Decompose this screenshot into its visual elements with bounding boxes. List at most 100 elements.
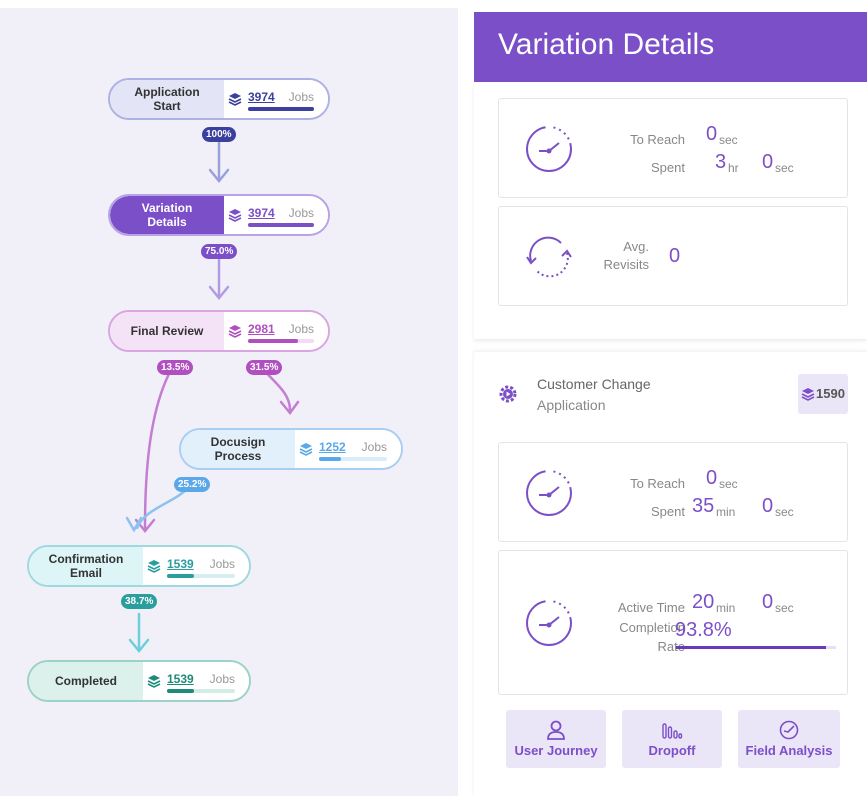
node-label: Final Review [110,312,224,350]
node-stats: 1539 Jobs [143,547,249,585]
timer-icon [526,470,572,516]
completion-card: Active Time 20 min 0 sec Completion Rate… [498,550,848,695]
node-count[interactable]: 3974 [248,90,275,104]
node-jobs-label: Jobs [288,90,314,104]
action-count: 1590 [816,386,845,401]
play-gear-icon [499,385,517,403]
to-reach-unit: sec [719,477,738,491]
node-progress-bar [167,574,235,578]
timer-icon [526,600,572,646]
node-label: Variation Details [110,196,224,234]
user-icon [547,720,565,740]
field-analysis-button[interactable]: Field Analysis [738,710,840,768]
layers-icon [801,388,815,401]
flow-node-application-start[interactable]: Application Start 3974 Jobs [108,78,330,120]
node-progress-bar [167,689,235,693]
completion-rate-value: 93.8% [675,619,732,641]
active-time-seconds: 0 [762,591,774,613]
spent-value-seconds: 0 [762,495,774,517]
transition-percent: 25.2% [174,477,211,492]
dropoff-button[interactable]: Dropoff [622,710,722,768]
revisit-icon [526,236,572,278]
journey-flow-panel: Application Start 3974 Jobs Variation Deta… [0,8,458,796]
to-reach-unit: sec [719,133,738,147]
action-count-badge[interactable]: 1590 [798,374,848,414]
page-title: Variation Details [498,28,715,61]
node-jobs-label: Jobs [288,206,314,220]
node-stats: 3974 Jobs [224,196,328,234]
node-progress-bar [248,339,314,343]
spent-value-hours: 3 [715,151,727,173]
node-progress-bar [319,457,387,461]
node-label: Confirmation Email [29,547,143,585]
active-time-minutes: 20 [692,591,715,613]
layers-icon [299,443,313,456]
node-progress-bar [248,107,314,111]
action-title-line1: Customer Change [537,376,651,392]
action-timing-card: To Reach 0 sec Spent 35 min 0 sec [498,442,848,542]
node-jobs-label: Jobs [288,322,314,336]
to-reach-label: To Reach [630,476,685,491]
node-stats: 1252 Jobs [295,430,401,468]
completion-rate-bar [676,646,836,649]
node-label: Completed [29,662,143,700]
timer-icon [526,126,572,172]
active-time-label: Active Time [617,600,685,615]
step-summary-section: To Reach 0 sec Spent 3 hr 0 sec Avg. Rev… [474,82,867,339]
spent-unit-seconds: sec [775,505,794,519]
node-count[interactable]: 1539 [167,672,194,686]
completion-rate-fill [676,646,827,649]
layers-icon [147,675,161,688]
node-label: Application Start [110,80,224,118]
transition-percent: 75.0% [201,244,238,259]
node-jobs-label: Jobs [209,672,235,686]
layers-icon [228,325,242,338]
layers-icon [228,209,242,222]
node-progress-bar [248,223,314,227]
timing-card: To Reach 0 sec Spent 3 hr 0 sec [498,98,848,198]
spent-label: Spent [651,160,685,175]
transition-percent: 38.7% [121,594,158,609]
spent-unit-minutes: min [716,505,736,519]
action-section: Customer Change Application 1590 To Reac… [474,352,867,796]
node-stats: 1539 Jobs [143,662,249,700]
user-journey-label: User Journey [514,743,598,758]
flow-node-confirmation-email[interactable]: Confirmation Email 1539 Jobs [27,545,251,587]
check-clock-icon [779,720,799,740]
spent-label: Spent [651,504,685,519]
node-stats: 2981 Jobs [224,312,328,350]
flow-node-variation-details[interactable]: Variation Details 3974 Jobs [108,194,330,236]
layers-icon [228,93,242,106]
avg-revisits-label-2: Revisits [603,257,649,272]
to-reach-value: 0 [706,467,718,489]
flow-node-final-review[interactable]: Final Review 2981 Jobs [108,310,330,352]
user-journey-button[interactable]: User Journey [506,710,606,768]
to-reach-value: 0 [706,123,718,145]
node-count[interactable]: 2981 [248,322,275,336]
spent-unit-seconds: sec [775,161,794,175]
to-reach-label: To Reach [630,132,685,147]
node-count[interactable]: 3974 [248,206,275,220]
flow-node-completed[interactable]: Completed 1539 Jobs [27,660,251,702]
flow-node-docusign-process[interactable]: Docusign Process 1252 Jobs [179,428,403,470]
bars-icon [662,723,683,739]
node-count[interactable]: 1539 [167,557,194,571]
dropoff-label: Dropoff [648,743,696,758]
spent-unit-hours: hr [728,161,739,175]
avg-revisits-label-1: Avg. [623,239,649,254]
layers-icon [147,560,161,573]
node-jobs-label: Jobs [361,440,387,454]
connector-review-confirmation [143,366,174,530]
action-title-line2: Application [537,397,606,413]
node-stats: 3974 Jobs [224,80,328,118]
details-header: Variation Details [474,12,867,82]
transition-percent: 100% [202,127,236,142]
transition-percent: 31.5% [246,360,283,375]
transition-percent: 13.5% [157,360,194,375]
active-time-minutes-unit: min [716,601,736,615]
node-count[interactable]: 1252 [319,440,346,454]
spent-value-seconds: 0 [762,151,774,173]
node-jobs-label: Jobs [209,557,235,571]
field-analysis-label: Field Analysis [745,743,833,758]
active-time-seconds-unit: sec [775,601,794,615]
